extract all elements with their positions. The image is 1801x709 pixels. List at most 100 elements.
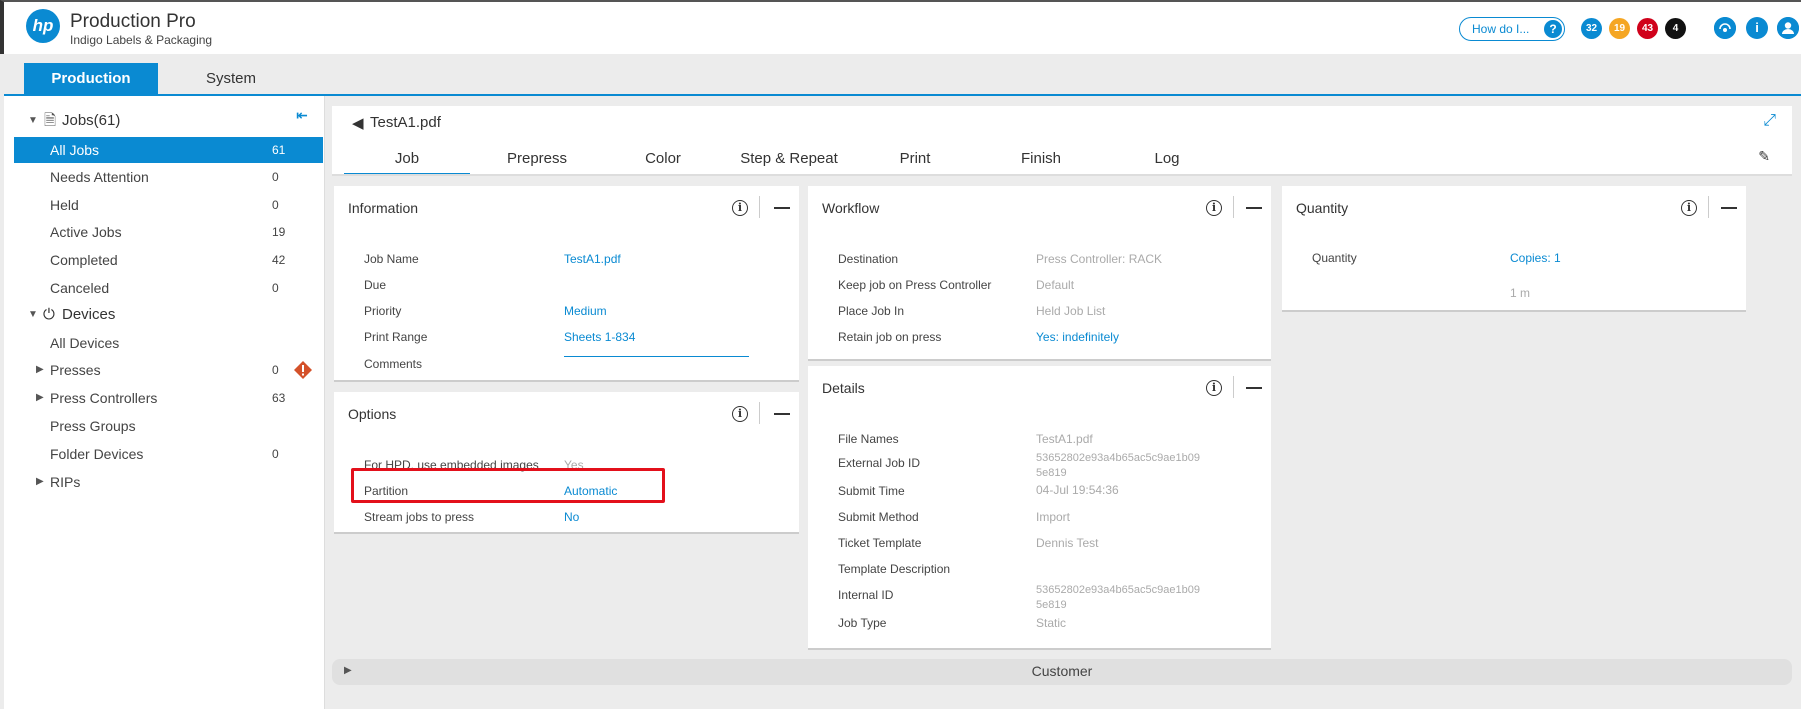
notification-badge-red[interactable]: 43 — [1637, 18, 1658, 39]
notification-badge-black[interactable]: 4 — [1665, 18, 1686, 39]
retain-job-value[interactable]: Yes: indefinitely — [1036, 330, 1119, 344]
field-label: Internal ID — [838, 588, 894, 602]
submit-method-value: Import — [1036, 510, 1071, 524]
how-do-i-button[interactable]: How do I... ? — [1459, 17, 1565, 41]
tab-job[interactable]: Job — [344, 150, 470, 176]
chevron-down-icon[interactable]: ▼ — [28, 302, 38, 328]
info-icon[interactable]: i — [732, 406, 748, 422]
collapse-sidebar-icon[interactable]: ⇤ — [296, 107, 308, 124]
sidebar-item-press-groups[interactable]: Press Groups — [14, 413, 323, 439]
sidebar-item-label: Press Controllers — [50, 390, 158, 406]
field-label: Place Job In — [838, 304, 905, 318]
app-name: Production Pro — [70, 11, 196, 32]
destination-value: Press Controller: RACK — [1036, 252, 1163, 266]
sidebar-item-press-controllers[interactable]: ▶ Press Controllers 63 — [14, 385, 323, 411]
divider — [759, 402, 760, 424]
info-icon[interactable]: i — [1681, 200, 1697, 216]
tab-system[interactable]: System — [164, 63, 298, 94]
tab-log[interactable]: Log — [1104, 150, 1230, 176]
chevron-down-icon[interactable]: ▼ — [28, 108, 38, 134]
tab-color[interactable]: Color — [600, 150, 726, 176]
app-header: hp Production Pro Indigo Labels & Packag… — [0, 0, 1801, 54]
field-label: Stream jobs to press — [364, 510, 475, 524]
customer-section-toggle[interactable]: ▶ Customer — [332, 659, 1792, 685]
tab-print[interactable]: Print — [852, 150, 978, 176]
panel-title: Quantity — [1296, 200, 1349, 216]
field-label: Job Name — [364, 252, 419, 266]
sidebar-item-held[interactable]: Held 0 — [14, 192, 323, 218]
length-value: 1 m — [1510, 286, 1531, 300]
sidebar-devices-header[interactable]: ▼ ⏻ Devices — [14, 302, 323, 328]
panel-title: Options — [348, 406, 397, 422]
comments-input[interactable] — [564, 356, 749, 357]
notification-badge-blue[interactable]: 32 — [1581, 18, 1602, 39]
divider — [1708, 196, 1709, 218]
collapse-minus-icon[interactable] — [774, 207, 790, 209]
sidebar-item-completed[interactable]: Completed 42 — [14, 247, 323, 273]
place-job-value: Held Job List — [1036, 304, 1106, 318]
collapse-minus-icon[interactable] — [1246, 387, 1262, 389]
field-label: Retain job on press — [838, 330, 942, 344]
sidebar-item-label: Folder Devices — [50, 446, 144, 462]
info-icon[interactable]: i — [732, 200, 748, 216]
details-panel: Details i File Names TestA1.pdf External… — [808, 366, 1271, 650]
internal-id-value: 53652802e93a4b65ac5c9ae1b09 5e819 — [1036, 584, 1200, 611]
info-icon[interactable]: i — [1746, 17, 1768, 39]
sidebar-item-count: 19 — [272, 225, 286, 239]
user-icon[interactable] — [1777, 17, 1799, 39]
info-icon[interactable]: i — [1206, 380, 1222, 396]
field-label: Partition — [364, 484, 409, 498]
sidebar-item-presses[interactable]: ▶ Presses 0 — [14, 357, 323, 383]
app-subtitle: Indigo Labels & Packaging — [70, 33, 213, 47]
sidebar-item-rips[interactable]: ▶ RIPs — [14, 469, 323, 495]
collapse-minus-icon[interactable] — [1721, 207, 1737, 209]
info-icon[interactable]: i — [1206, 200, 1222, 216]
sidebar-item-canceled[interactable]: Canceled 0 — [14, 275, 323, 301]
priority-value[interactable]: Medium — [564, 304, 607, 318]
back-arrow-icon[interactable]: ◀ — [352, 114, 364, 132]
expand-icon[interactable]: ⤢ — [1763, 112, 1776, 130]
sidebar-item-needs-attention[interactable]: Needs Attention 0 — [14, 164, 323, 190]
sidebar-item-folder-devices[interactable]: Folder Devices 0 — [14, 441, 323, 467]
chevron-right-icon[interactable]: ▶ — [36, 357, 44, 383]
tab-production[interactable]: Production — [24, 63, 158, 94]
sidebar-item-label: Active Jobs — [50, 224, 122, 240]
tab-prepress[interactable]: Prepress — [474, 150, 600, 176]
job-name-value[interactable]: TestA1.pdf — [564, 252, 621, 266]
collapse-minus-icon[interactable] — [1246, 207, 1262, 209]
partition-value[interactable]: Automatic — [564, 484, 617, 498]
stream-jobs-value[interactable]: No — [564, 510, 579, 524]
ticket-template-value: Dennis Test — [1036, 536, 1099, 550]
print-range-value[interactable]: Sheets 1-834 — [564, 330, 635, 344]
divider — [759, 196, 760, 218]
sidebar-item-count: 0 — [272, 447, 279, 461]
chevron-right-icon[interactable]: ▶ — [36, 469, 44, 495]
notification-badge-orange[interactable]: 19 — [1609, 18, 1630, 39]
field-label: Ticket Template — [838, 536, 922, 550]
quantity-panel: Quantity i Quantity Copies: 1 1 m — [1282, 186, 1746, 312]
chevron-right-icon[interactable]: ▶ — [36, 385, 44, 411]
sidebar-item-all-devices[interactable]: All Devices — [14, 330, 323, 356]
printer-status-icon[interactable] — [1714, 17, 1736, 39]
sidebar-item-all-jobs[interactable]: All Jobs 61 — [14, 137, 323, 163]
sidebar: ▼ 🗎 Jobs(61) ⇤ All Jobs 61 Needs Attenti… — [4, 96, 325, 709]
top-navigation: Production System — [4, 54, 1801, 96]
sidebar-item-active-jobs[interactable]: Active Jobs 19 — [14, 219, 323, 245]
file-names-value: TestA1.pdf — [1036, 432, 1093, 446]
options-panel: Options i For HPD, use embedded images Y… — [334, 392, 799, 534]
sidebar-jobs-label: Jobs(61) — [62, 112, 121, 129]
collapse-minus-icon[interactable] — [774, 413, 790, 415]
sidebar-jobs-header[interactable]: ▼ 🗎 Jobs(61) — [14, 108, 323, 134]
tab-step-repeat[interactable]: Step & Repeat — [726, 150, 852, 176]
field-label: Job Type — [838, 616, 887, 630]
job-title: TestA1.pdf — [370, 114, 441, 131]
tab-finish[interactable]: Finish — [978, 150, 1104, 176]
divider — [1233, 196, 1234, 218]
tab-divider — [332, 174, 1792, 176]
field-label: Destination — [838, 252, 899, 266]
field-label: External Job ID — [838, 456, 921, 470]
devices-icon: ⏻ — [43, 306, 55, 323]
copies-value[interactable]: Copies: 1 — [1510, 251, 1561, 265]
edit-notes-icon[interactable]: ✎ — [1758, 148, 1770, 165]
sidebar-item-label: Completed — [50, 252, 118, 268]
